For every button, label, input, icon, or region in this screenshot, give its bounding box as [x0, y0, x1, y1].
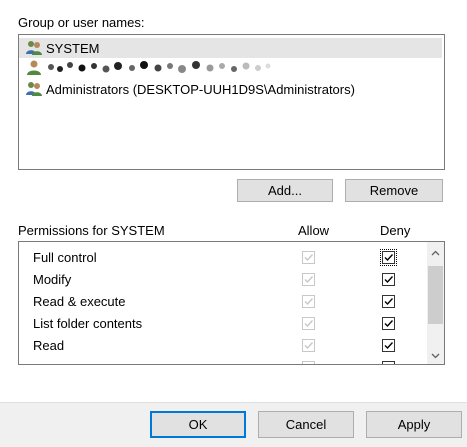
allow-checkbox[interactable]	[302, 361, 315, 364]
cancel-button[interactable]: Cancel	[258, 411, 354, 438]
deny-checkbox[interactable]	[380, 249, 397, 266]
group-user-listbox[interactable]: SYSTEM Administrators (DESKTOP-UUH1D9S\A…	[18, 34, 445, 170]
list-item-label: SYSTEM	[46, 40, 100, 56]
allow-checkbox[interactable]	[302, 339, 315, 352]
permissions-scrollbar[interactable]	[427, 242, 444, 364]
apply-button[interactable]: Apply	[366, 411, 462, 438]
ok-button[interactable]: OK	[150, 411, 246, 438]
permission-name: Read & execute	[33, 294, 126, 309]
deny-checkbox[interactable]	[382, 317, 395, 330]
permission-row-partial	[19, 357, 424, 364]
list-item-label: Administrators (DESKTOP-UUH1D9S\Administ…	[46, 81, 355, 97]
permission-name: Full control	[33, 250, 97, 265]
permission-row-full-control: Full control	[19, 247, 424, 269]
permission-name: List folder contents	[33, 316, 143, 331]
allow-checkbox[interactable]	[302, 317, 315, 330]
redacted-name-graphic	[46, 59, 296, 78]
permission-row-read-execute: Read & execute	[19, 291, 424, 313]
user-icon	[25, 60, 43, 76]
scroll-up-arrow-icon[interactable]	[431, 246, 440, 261]
deny-column-header: Deny	[380, 223, 411, 238]
permission-name: Read	[33, 338, 65, 353]
permission-row-modify: Modify	[19, 269, 424, 291]
users-icon	[25, 40, 43, 56]
users-icon	[25, 81, 43, 97]
add-button[interactable]: Add...	[237, 179, 333, 202]
scroll-down-arrow-icon[interactable]	[431, 348, 440, 363]
permission-row-read: Read	[19, 335, 424, 357]
permission-name: Modify	[33, 272, 72, 287]
deny-checkbox[interactable]	[382, 295, 395, 308]
deny-checkbox[interactable]	[382, 361, 395, 364]
deny-checkbox[interactable]	[382, 339, 395, 352]
allow-checkbox[interactable]	[302, 295, 315, 308]
permissions-list[interactable]: Full control Modify Read & execute List …	[18, 241, 445, 365]
allow-column-header: Allow	[298, 223, 330, 238]
deny-checkbox[interactable]	[382, 273, 395, 286]
permissions-header-label: Permissions for SYSTEM	[18, 223, 165, 238]
allow-checkbox[interactable]	[302, 251, 315, 264]
allow-checkbox[interactable]	[302, 273, 315, 286]
remove-button[interactable]: Remove	[345, 179, 443, 202]
list-item-administrators[interactable]: Administrators (DESKTOP-UUH1D9S\Administ…	[19, 79, 355, 99]
permission-row-list-folder-contents: List folder contents	[19, 313, 424, 335]
group-or-user-names-label: Group or user names:	[18, 15, 145, 30]
list-item-user-obscured[interactable]	[19, 58, 296, 78]
list-item-system[interactable]: SYSTEM	[19, 38, 442, 58]
scrollbar-thumb[interactable]	[428, 266, 443, 324]
